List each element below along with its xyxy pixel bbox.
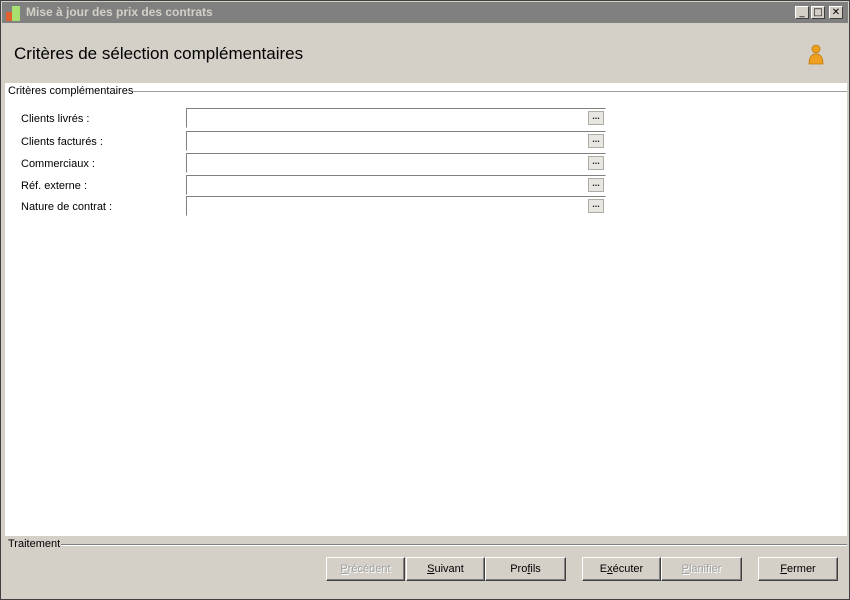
clients-factures-browse-button[interactable]: ... <box>588 134 604 148</box>
criteria-panel: Critères complémentaires Clients livrés … <box>5 83 847 536</box>
schedule-accel: P <box>681 562 689 575</box>
group-divider <box>133 91 847 93</box>
previous-label: récédent <box>347 562 391 575</box>
maximize-button[interactable]: □ <box>811 6 825 19</box>
close-label: ermer <box>787 562 816 575</box>
field-row-commerciaux: Commerciaux : ... <box>5 153 847 175</box>
footer-divider <box>61 544 847 546</box>
close-accel: F <box>780 562 787 575</box>
nature-contrat-input[interactable] <box>186 196 606 216</box>
ref-externe-browse-button[interactable]: ... <box>588 178 604 192</box>
field-label: Nature de contrat : <box>21 201 113 213</box>
field-label: Clients facturés : <box>21 136 103 148</box>
page-header: Critères de sélection complémentaires <box>5 26 847 82</box>
commerciaux-input[interactable] <box>186 153 606 173</box>
field-row-clients-factures: Clients facturés : ... <box>5 131 847 153</box>
processing-group-legend: Traitement <box>8 538 61 550</box>
page-title: Critères de sélection complémentaires <box>14 44 304 63</box>
next-label: uivant <box>434 562 464 575</box>
processing-panel: Traitement Précédent Suivant Profils Exé… <box>5 537 847 597</box>
clients-livres-input[interactable] <box>186 108 606 128</box>
execute-label: écuter <box>612 562 644 575</box>
profiles-button[interactable]: Profils <box>485 557 566 581</box>
close-button[interactable]: Fermer <box>758 557 838 581</box>
criteria-group-legend: Critères complémentaires <box>8 85 138 97</box>
title-bar[interactable]: Mise à jour des prix des contrats _ □ ✕ <box>2 2 848 23</box>
window-title: Mise à jour des prix des contrats <box>26 5 213 19</box>
nature-contrat-browse-button[interactable]: ... <box>588 199 604 213</box>
close-window-button[interactable]: ✕ <box>829 6 843 19</box>
profiles-label: ils <box>530 562 541 575</box>
field-label: Commerciaux : <box>21 158 95 170</box>
field-label: Clients livrés : <box>21 113 90 125</box>
previous-accel: P <box>340 562 348 575</box>
app-icon <box>6 6 20 21</box>
minimize-button[interactable]: _ <box>795 6 809 19</box>
previous-button[interactable]: Précédent <box>326 557 405 581</box>
commerciaux-browse-button[interactable]: ... <box>588 156 604 170</box>
field-row-clients-livres: Clients livrés : ... <box>5 108 847 130</box>
application-window: Mise à jour des prix des contrats _ □ ✕ … <box>0 0 850 600</box>
field-row-ref-externe: Réf. externe : ... <box>5 175 847 197</box>
ref-externe-input[interactable] <box>186 175 606 195</box>
execute-button[interactable]: Exécuter <box>582 557 661 581</box>
next-button[interactable]: Suivant <box>406 557 485 581</box>
profiles-pre: Pro <box>510 562 528 575</box>
clients-factures-input[interactable] <box>186 131 606 151</box>
schedule-button[interactable]: Planifier <box>661 557 742 581</box>
field-label: Réf. externe : <box>21 180 88 192</box>
field-row-nature-contrat: Nature de contrat : ... <box>5 196 847 218</box>
user-icon <box>808 44 824 65</box>
schedule-label: lanifier <box>688 562 722 575</box>
clients-livres-browse-button[interactable]: ... <box>588 111 604 125</box>
